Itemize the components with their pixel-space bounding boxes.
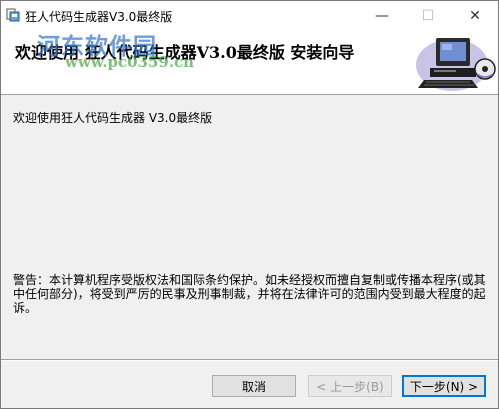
maximize-button[interactable]: ☐ — [405, 1, 451, 31]
footer-divider — [1, 359, 498, 361]
installer-app-icon — [6, 8, 20, 22]
window-title: 狂人代码生成器V3.0最终版 — [25, 10, 173, 24]
cancel-button[interactable]: 取消 — [212, 375, 296, 397]
computer-with-disc-icon — [416, 38, 496, 91]
back-button[interactable]: < 上一步(B) — [308, 375, 392, 397]
installer-window: 狂人代码生成器V3.0最终版 — ☐ ✕ 欢迎使用 狂人代码生成器V3.0最终版… — [0, 0, 499, 409]
wizard-content: 欢迎使用狂人代码生成器 V3.0最终版 警告：本计算机程序受版权法和国际条约保护… — [1, 95, 498, 359]
minimize-button[interactable]: — — [359, 1, 405, 31]
welcome-message: 欢迎使用狂人代码生成器 V3.0最终版 — [13, 111, 213, 125]
next-button[interactable]: 下一步(N) > — [402, 375, 486, 397]
wizard-header: 欢迎使用 狂人代码生成器V3.0最终版 安装向导 河东软件园 www.pc035… — [1, 31, 498, 95]
close-button[interactable]: ✕ — [452, 1, 498, 31]
copyright-warning: 警告：本计算机程序受版权法和国际条约保护。如未经授权而擅自复制或传播本程序(或其… — [13, 273, 486, 315]
watermark-url: www.pc0359.cn — [65, 53, 195, 71]
